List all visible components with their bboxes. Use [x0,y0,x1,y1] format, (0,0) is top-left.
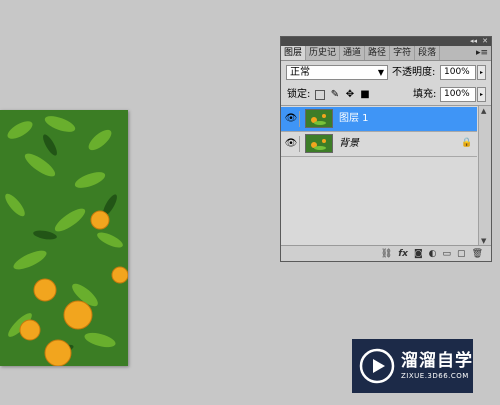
canvas-image [0,110,128,366]
layer-name: 背景 [339,138,359,149]
tab-paths[interactable]: 路径 [365,46,391,60]
tab-character[interactable]: 字符 [390,46,416,60]
lock-options: ✎ ✥ ■ [315,90,370,100]
link-icon[interactable]: ⛓ [381,246,392,262]
tab-history[interactable]: 历史记 [306,46,341,60]
watermark-title: 溜溜自学 [401,351,473,371]
layers-panel: ◂◂ ✕ 图层 历史记 通道 路径 字符 段落 ▸≡ 正常 ▼ 不透明度: 10… [280,36,492,262]
opacity-stepper[interactable]: ▸ [477,65,486,80]
lock-icon: 🔒 [461,138,473,148]
scroll-up-icon[interactable]: ▲ [481,107,486,115]
lock-paint-icon[interactable]: ✎ [330,90,340,100]
layer-name: 图层 1 [339,113,369,124]
lock-transparent-icon[interactable] [315,90,325,100]
blend-mode-select[interactable]: 正常 ▼ [286,65,388,80]
layer-row-background[interactable]: 👁 背景 🔒 [281,132,477,157]
chevron-down-icon: ▼ [377,68,384,77]
new-layer-icon[interactable]: ▢ [457,246,466,262]
layers-list: 👁 图层 1 👁 背景 🔒 ▲ ▼ [281,105,491,246]
opacity-label: 不透明度: [392,67,436,78]
mask-icon[interactable]: ◙ [414,246,423,262]
layer-thumbnail [305,134,333,153]
trash-icon[interactable]: 🗑 [472,246,483,262]
fill-input[interactable]: 100% [440,87,476,102]
lock-fill-row: 锁定: ✎ ✥ ■ 填充: 100% ▸ [281,83,491,105]
layer-row-layer-1[interactable]: 👁 图层 1 [281,107,477,132]
layers-scrollbar[interactable]: ▲ ▼ [478,106,491,246]
tab-layers[interactable]: 图层 [281,46,307,60]
adjustment-icon[interactable]: ◐ [429,246,437,262]
fx-icon[interactable]: fx [398,246,408,262]
fill-label: 填充: [413,89,437,100]
tab-channels[interactable]: 通道 [340,46,366,60]
blend-mode-value: 正常 [290,67,310,78]
collapse-icon[interactable]: ◂◂ [470,37,477,46]
eye-icon[interactable]: 👁 [283,111,300,127]
fill-stepper[interactable]: ▸ [477,87,486,102]
lock-all-icon[interactable]: ■ [360,90,370,100]
opacity-input[interactable]: 100% [440,65,476,80]
watermark-url: ZIXUE.3D66.COM [401,372,469,380]
eye-icon[interactable]: 👁 [283,136,300,152]
scroll-down-icon[interactable]: ▼ [481,237,486,245]
panel-tabs: 图层 历史记 通道 路径 字符 段落 ▸≡ [281,46,491,61]
layer-thumbnail [305,109,333,128]
close-icon[interactable]: ✕ [482,37,488,46]
play-logo-icon [359,348,395,384]
blend-opacity-row: 正常 ▼ 不透明度: 100% ▸ [281,61,491,83]
group-icon[interactable]: ▭ [443,246,452,262]
lock-move-icon[interactable]: ✥ [345,90,355,100]
tab-paragraph[interactable]: 段落 [415,46,441,60]
layers-bottom-toolbar: ⛓ fx ◙ ◐ ▭ ▢ 🗑 [281,245,491,261]
panel-titlebar: ◂◂ ✕ [281,37,491,46]
watermark: 溜溜自学 ZIXUE.3D66.COM [352,339,473,393]
panel-menu-icon[interactable]: ▸≡ [476,46,488,60]
lock-label: 锁定: [287,89,311,100]
orange-tree-photo [0,110,128,366]
